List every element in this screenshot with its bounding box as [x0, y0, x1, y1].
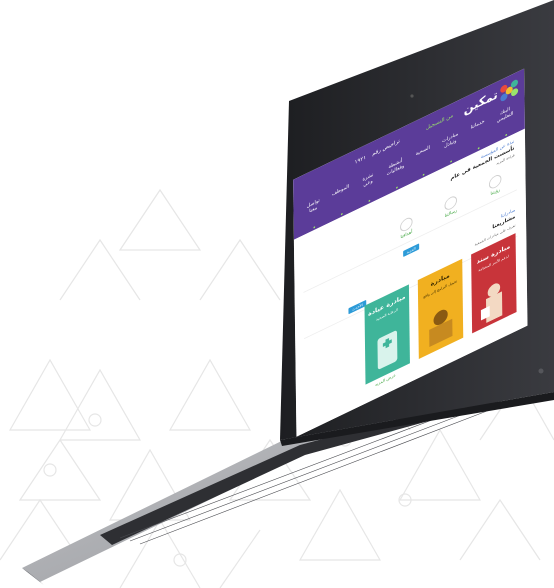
card-illustration	[480, 283, 503, 324]
feature-vision[interactable]: رؤيتنا	[477, 167, 513, 203]
feature-message[interactable]: رسالتنا	[433, 189, 469, 225]
feature-goals[interactable]: أهدافنا	[388, 210, 424, 246]
card-illustration	[377, 330, 398, 370]
top-link-register[interactable]: من التسجيل	[426, 112, 453, 131]
top-link-number: ١٩٢١	[354, 154, 367, 166]
top-link-license[interactable]: تراخيص رقم	[372, 138, 400, 157]
webcam	[410, 94, 414, 98]
more-pill[interactable]: المزيد	[403, 243, 420, 258]
side-button	[538, 368, 544, 374]
logo-icon	[500, 79, 519, 102]
